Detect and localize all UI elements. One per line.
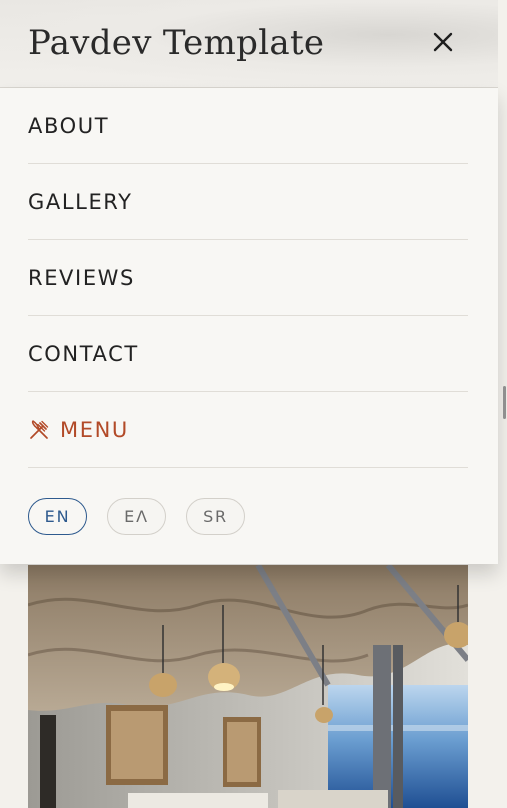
close-icon [433, 32, 453, 52]
nav-drawer: ABOUT GALLERY REVIEWS CONTACT MENU EN ΕΛ… [0, 88, 498, 564]
brand-title[interactable]: Pavdev Template [28, 20, 324, 66]
utensils-icon [30, 419, 49, 439]
lang-el-button[interactable]: ΕΛ [107, 498, 166, 535]
site-header: Pavdev Template [0, 0, 498, 88]
scrollbar-thumb[interactable] [503, 386, 506, 419]
nav-item-contact[interactable]: CONTACT [28, 316, 468, 392]
nav-item-label: MENU [60, 417, 129, 442]
nav-list: ABOUT GALLERY REVIEWS CONTACT MENU [28, 88, 468, 468]
restaurant-photo [28, 565, 468, 808]
nav-item-reviews[interactable]: REVIEWS [28, 240, 468, 316]
restaurant-image [28, 565, 468, 808]
lang-en-button[interactable]: EN [28, 498, 87, 535]
nav-item-menu[interactable]: MENU [28, 392, 468, 468]
nav-item-about[interactable]: ABOUT [28, 88, 468, 164]
nav-item-gallery[interactable]: GALLERY [28, 164, 468, 240]
close-menu-button[interactable] [428, 27, 458, 57]
nav-item-label: CONTACT [28, 341, 139, 366]
lang-sr-button[interactable]: SR [186, 498, 245, 535]
nav-item-label: ABOUT [28, 113, 110, 138]
nav-item-label: REVIEWS [28, 265, 135, 290]
language-switcher: EN ΕΛ SR [28, 498, 245, 535]
nav-item-label: GALLERY [28, 189, 133, 214]
